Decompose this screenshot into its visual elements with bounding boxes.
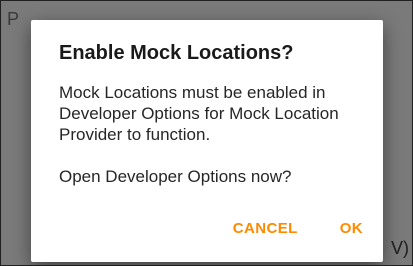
cancel-button[interactable]: CANCEL	[233, 220, 298, 238]
background-partial-text-top: P	[7, 9, 20, 29]
background-partial-text-bottom: V)	[391, 238, 409, 258]
dialog-message-line-2: Open Developer Options now?	[59, 167, 292, 186]
ok-button[interactable]: OK	[340, 220, 363, 238]
dialog-title: Enable Mock Locations?	[59, 42, 294, 64]
mock-locations-dialog: Enable Mock Locations? Mock Locations mu…	[31, 20, 383, 262]
dialog-actions: CANCEL OK	[233, 220, 363, 238]
dialog-message: Mock Locations must be enabled in Develo…	[59, 82, 359, 187]
dialog-message-line-1: Mock Locations must be enabled in Develo…	[59, 83, 339, 144]
screen-frame: P V) Enable Mock Locations? Mock Locatio…	[0, 0, 413, 266]
